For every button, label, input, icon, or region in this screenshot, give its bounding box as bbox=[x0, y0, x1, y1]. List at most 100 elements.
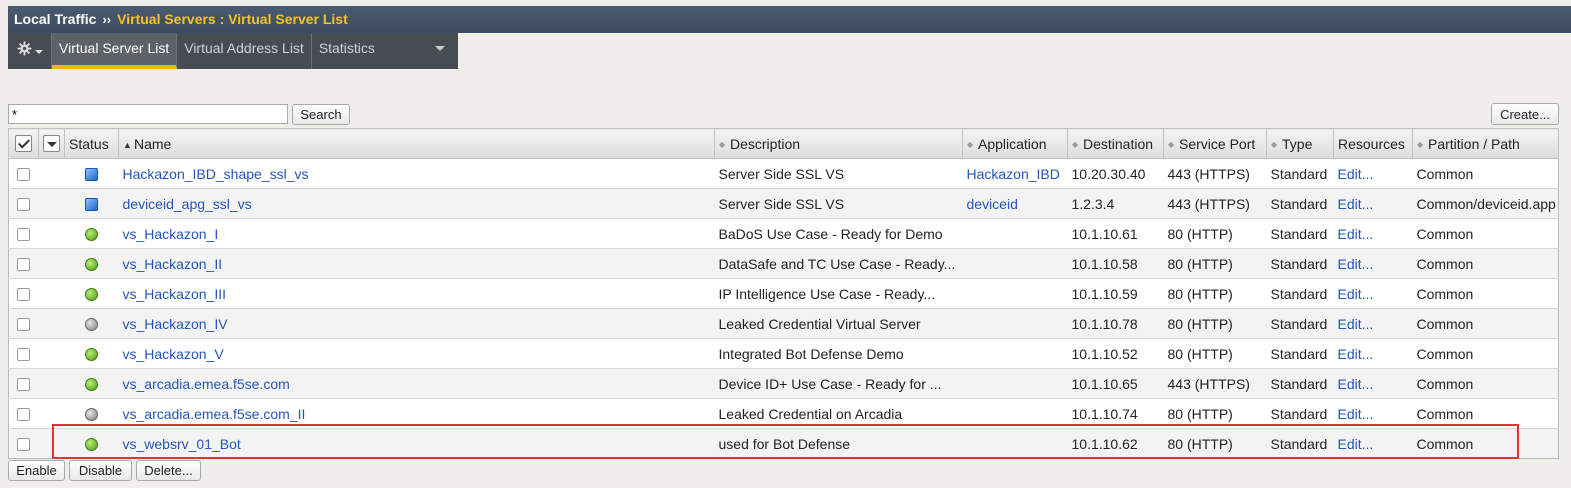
virtual-server-link[interactable]: Hackazon_IBD_shape_ssl_vs bbox=[123, 166, 309, 182]
destination-cell: 10.1.10.65 bbox=[1067, 368, 1164, 399]
service-port-cell: 80 (HTTP) bbox=[1163, 338, 1267, 369]
resources-edit-link[interactable]: Edit... bbox=[1338, 346, 1374, 362]
application-link[interactable]: Hackazon_IBD bbox=[967, 166, 1060, 182]
tab-virtual-address-list[interactable]: Virtual Address List bbox=[177, 33, 312, 69]
status-cell bbox=[64, 338, 119, 369]
delete-button[interactable]: Delete... bbox=[136, 460, 201, 481]
select-options-dropdown[interactable] bbox=[38, 128, 65, 159]
column-header-name[interactable]: ▲ Name bbox=[118, 128, 715, 159]
row-spacer-cell bbox=[38, 188, 65, 219]
select-all-checkbox[interactable] bbox=[8, 128, 39, 159]
row-select-checkbox[interactable] bbox=[8, 218, 39, 249]
resources-edit-link[interactable]: Edit... bbox=[1338, 286, 1374, 302]
column-header-status[interactable]: Status bbox=[64, 128, 119, 159]
virtual-server-link[interactable]: vs_Hackazon_IV bbox=[123, 316, 228, 332]
column-header-application[interactable]: ◆ Application bbox=[962, 128, 1068, 159]
enable-button[interactable]: Enable bbox=[8, 460, 65, 481]
description-cell: DataSafe and TC Use Case - Ready... bbox=[714, 248, 963, 279]
resources-cell: Edit... bbox=[1333, 278, 1413, 309]
gear-menu-button[interactable] bbox=[8, 33, 52, 69]
checkbox[interactable] bbox=[17, 198, 31, 212]
virtual-server-link[interactable]: vs_Hackazon_I bbox=[123, 226, 219, 242]
virtual-server-link[interactable]: deviceid_apg_ssl_vs bbox=[123, 196, 252, 212]
description-cell: IP Intelligence Use Case - Ready... bbox=[714, 278, 963, 309]
resources-edit-link[interactable]: Edit... bbox=[1338, 436, 1374, 452]
chevron-down-icon bbox=[434, 46, 445, 51]
checkbox[interactable] bbox=[17, 318, 31, 332]
checkbox[interactable] bbox=[17, 168, 31, 182]
row-spacer-cell bbox=[38, 248, 65, 279]
resources-edit-link[interactable]: Edit... bbox=[1338, 196, 1374, 212]
row-select-checkbox[interactable] bbox=[8, 158, 39, 189]
row-select-checkbox[interactable] bbox=[8, 428, 39, 459]
virtual-server-link[interactable]: vs_arcadia.emea.f5se.com bbox=[123, 376, 290, 392]
description-cell: Leaked Credential on Arcadia bbox=[714, 398, 963, 429]
column-header-destination-label: Destination bbox=[1083, 135, 1154, 152]
checkbox[interactable] bbox=[17, 258, 31, 272]
row-spacer-cell bbox=[38, 398, 65, 429]
destination-cell: 10.1.10.61 bbox=[1067, 218, 1164, 249]
virtual-server-link[interactable]: vs_arcadia.emea.f5se.com_II bbox=[123, 406, 306, 422]
resources-edit-link[interactable]: Edit... bbox=[1338, 166, 1374, 182]
virtual-server-link[interactable]: vs_Hackazon_V bbox=[123, 346, 224, 362]
table-row: deviceid_apg_ssl_vs Server Side SSL VS dev… bbox=[8, 188, 1559, 219]
row-select-checkbox[interactable] bbox=[8, 398, 39, 429]
row-select-checkbox[interactable] bbox=[8, 308, 39, 339]
search-button[interactable]: Search bbox=[292, 104, 350, 125]
status-available-icon bbox=[85, 288, 98, 302]
resources-cell: Edit... bbox=[1333, 338, 1413, 369]
resources-cell: Edit... bbox=[1333, 218, 1413, 249]
row-spacer-cell bbox=[38, 158, 65, 189]
checkbox[interactable] bbox=[17, 438, 31, 452]
checkbox[interactable] bbox=[17, 228, 31, 242]
destination-cell: 10.1.10.59 bbox=[1067, 278, 1164, 309]
checkbox[interactable] bbox=[17, 378, 31, 392]
partition-cell: Common bbox=[1412, 368, 1559, 399]
virtual-server-link[interactable]: vs_Hackazon_II bbox=[123, 256, 223, 272]
virtual-server-link[interactable]: vs_Hackazon_III bbox=[123, 286, 227, 302]
sort-icon: ◆ bbox=[1168, 139, 1175, 149]
disable-button[interactable]: Disable bbox=[69, 460, 132, 481]
breadcrumb: Local Traffic ›› Virtual Servers : Virtual… bbox=[8, 6, 1571, 33]
description-cell: Leaked Credential Virtual Server bbox=[714, 308, 963, 339]
status-available-icon bbox=[85, 228, 98, 242]
application-cell bbox=[962, 308, 1068, 339]
search-input[interactable] bbox=[8, 104, 288, 124]
column-header-partition[interactable]: ◆ Partition / Path bbox=[1412, 128, 1559, 159]
column-header-destination[interactable]: ◆ Destination bbox=[1067, 128, 1164, 159]
checkbox[interactable] bbox=[17, 408, 31, 422]
tab-statistics[interactable]: Statistics bbox=[312, 33, 455, 69]
column-header-application-label: Application bbox=[978, 135, 1047, 152]
service-port-cell: 80 (HTTP) bbox=[1163, 278, 1267, 309]
name-cell: deviceid_apg_ssl_vs bbox=[118, 188, 715, 219]
sort-icon: ◆ bbox=[1072, 139, 1079, 149]
column-header-service-port[interactable]: ◆ Service Port bbox=[1163, 128, 1267, 159]
partition-cell: Common/deviceid.app bbox=[1412, 188, 1559, 219]
application-link[interactable]: deviceid bbox=[967, 196, 1018, 212]
tab-virtual-server-list[interactable]: Virtual Server List bbox=[52, 33, 178, 69]
destination-cell: 10.1.10.52 bbox=[1067, 338, 1164, 369]
resources-edit-link[interactable]: Edit... bbox=[1338, 406, 1374, 422]
row-select-checkbox[interactable] bbox=[8, 368, 39, 399]
row-select-checkbox[interactable] bbox=[8, 248, 39, 279]
resources-edit-link[interactable]: Edit... bbox=[1338, 256, 1374, 272]
column-header-description[interactable]: ◆ Description bbox=[714, 128, 963, 159]
table-row: vs_Hackazon_I BaDoS Use Case - Ready for … bbox=[8, 218, 1559, 249]
description-cell: Device ID+ Use Case - Ready for ... bbox=[714, 368, 963, 399]
row-select-checkbox[interactable] bbox=[8, 188, 39, 219]
create-button[interactable]: Create... bbox=[1491, 103, 1559, 125]
status-cell bbox=[64, 188, 119, 219]
column-header-type[interactable]: ◆ Type bbox=[1266, 128, 1334, 159]
checkbox[interactable] bbox=[17, 288, 31, 302]
virtual-server-link[interactable]: vs_websrv_01_Bot bbox=[123, 436, 241, 452]
resources-edit-link[interactable]: Edit... bbox=[1338, 226, 1374, 242]
row-select-checkbox[interactable] bbox=[8, 278, 39, 309]
status-unknown-icon bbox=[85, 408, 98, 422]
breadcrumb-root[interactable]: Local Traffic bbox=[14, 11, 96, 27]
resources-edit-link[interactable]: Edit... bbox=[1338, 316, 1374, 332]
service-port-cell: 80 (HTTP) bbox=[1163, 218, 1267, 249]
resources-edit-link[interactable]: Edit... bbox=[1338, 376, 1374, 392]
type-cell: Standard bbox=[1266, 218, 1334, 249]
checkbox[interactable] bbox=[17, 348, 31, 362]
row-select-checkbox[interactable] bbox=[8, 338, 39, 369]
